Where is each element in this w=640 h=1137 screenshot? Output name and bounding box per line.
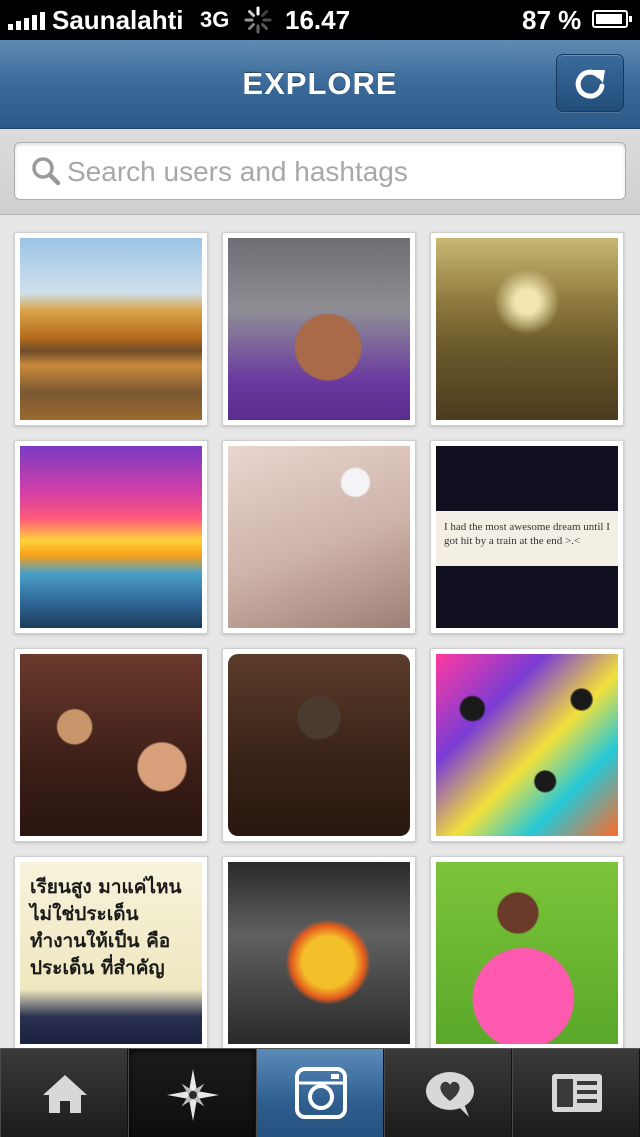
battery-percentage: 87 % — [522, 5, 582, 35]
status-bar: Saunalahti 3G 16.47 87 % — [0, 0, 640, 40]
tab-explore[interactable] — [128, 1049, 256, 1137]
photo-autumn-leaf — [228, 862, 410, 1044]
photo-tile[interactable] — [430, 232, 624, 426]
carrier-name: Saunalahti — [52, 5, 184, 35]
photo-quote-text: เรียนสูง มาแค่ไหน ไม่ใช่ประเด็น ทำงานให้… — [30, 876, 182, 979]
search-bar — [0, 129, 640, 215]
photo-selfie-peace-sign — [228, 238, 410, 420]
photo-text-post: I had the most awesome dream until I got… — [436, 446, 618, 628]
photo-tile[interactable] — [222, 232, 416, 426]
photo-tile[interactable] — [430, 856, 624, 1048]
page-title: EXPLORE — [242, 66, 398, 101]
refresh-button[interactable] — [556, 54, 624, 112]
photo-redwood-forest — [436, 238, 618, 420]
explore-photo-grid: I had the most awesome dream until I got… — [0, 214, 640, 1048]
search-icon — [32, 157, 61, 186]
photo-tile[interactable] — [222, 648, 416, 842]
activity-spinner-icon — [244, 6, 272, 34]
photo-tile[interactable]: I had the most awesome dream until I got… — [430, 440, 624, 634]
photo-wrist-bracelet — [228, 446, 410, 628]
photo-mirror-selfie — [228, 654, 410, 836]
photo-tile[interactable] — [430, 648, 624, 842]
tab-home[interactable] — [0, 1049, 128, 1137]
clock: 16.47 — [285, 5, 351, 35]
photo-caption-text: I had the most awesome dream until I got… — [444, 521, 610, 547]
profile-card-icon — [552, 1074, 602, 1112]
tab-news[interactable] — [384, 1049, 512, 1137]
tab-profile[interactable] — [512, 1049, 640, 1137]
photo-friends-group — [20, 654, 202, 836]
photo-tile[interactable] — [14, 232, 208, 426]
photo-costume-portrait — [436, 862, 618, 1044]
search-field[interactable] — [14, 142, 626, 200]
heart-bubble-icon — [426, 1072, 474, 1117]
photo-leopard-print-fabric — [436, 654, 618, 836]
home-icon — [43, 1075, 87, 1113]
battery-icon — [592, 10, 632, 28]
camera-icon — [295, 1067, 347, 1119]
photo-tile[interactable] — [14, 440, 208, 634]
photo-thai-quote: เรียนสูง มาแค่ไหน ไม่ใช่ประเด็น ทำงานให้… — [20, 862, 202, 1044]
photo-beach-sunset — [20, 446, 202, 628]
photo-tile[interactable] — [222, 856, 416, 1048]
network-type: 3G — [200, 7, 230, 32]
refresh-icon — [575, 69, 605, 99]
photo-tile[interactable] — [14, 648, 208, 842]
tab-camera[interactable] — [256, 1049, 384, 1137]
photo-tile[interactable] — [222, 440, 416, 634]
photo-autumn-lake — [20, 238, 202, 420]
compass-star-icon — [167, 1069, 219, 1121]
search-input[interactable] — [65, 151, 609, 193]
tab-bar — [0, 1048, 640, 1137]
photo-tile[interactable]: เรียนสูง มาแค่ไหน ไม่ใช่ประเด็น ทำงานให้… — [14, 856, 208, 1048]
navigation-bar: EXPLORE — [0, 40, 640, 129]
